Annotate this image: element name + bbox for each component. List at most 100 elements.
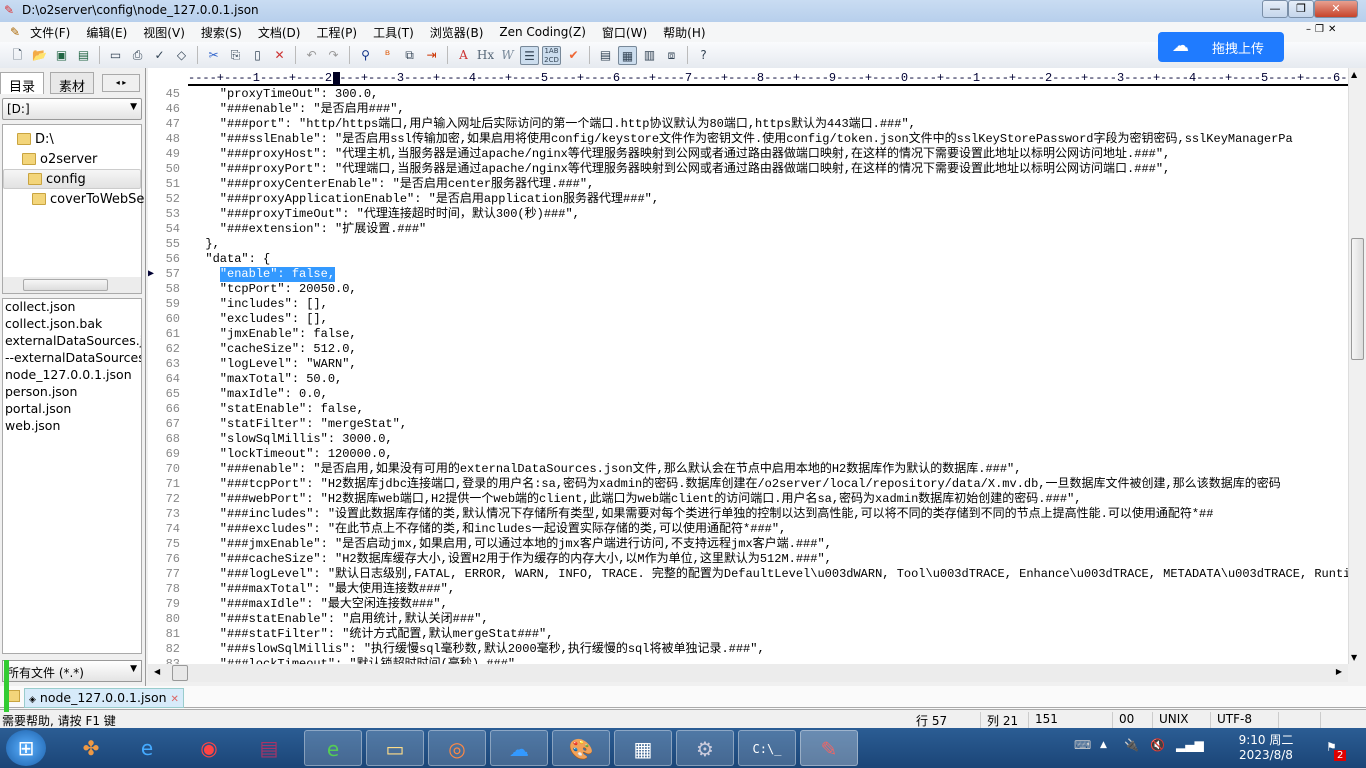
code-line[interactable]: 71 "###tcpPort": "H2数据库jdbc连接端口,登录的用户名:s… — [148, 477, 1348, 492]
menu-window[interactable]: 窗口(W) — [594, 24, 655, 41]
goto-line-icon[interactable]: ⇥ — [422, 46, 441, 65]
mdi-close-button[interactable]: ✕ — [1328, 24, 1336, 35]
taskbar-navicat-icon[interactable]: ◎ — [428, 730, 486, 766]
horizontal-scrollbar[interactable]: ◀ ▶ — [148, 664, 1348, 682]
code-line[interactable]: 48 "###sslEnable": "是否启用ssl传输加密,如果启用将使用c… — [148, 132, 1348, 147]
taskbar-app-360-icon[interactable]: ✤ — [62, 730, 120, 766]
status-line-ending[interactable]: UNIX — [1152, 712, 1189, 728]
code-line[interactable]: 67 "statFilter": "mergeStat", — [148, 417, 1348, 432]
network-icon[interactable]: ▂▄▆ — [1176, 738, 1204, 752]
menu-view[interactable]: 视图(V) — [135, 24, 193, 41]
undo-icon[interactable]: ↶ — [302, 46, 321, 65]
print-icon[interactable]: ⎙ — [128, 46, 147, 65]
new-file-icon[interactable]: 🗋 — [8, 46, 27, 65]
power-icon[interactable]: 🔌 — [1124, 738, 1139, 752]
indent-icon[interactable]: ☰ — [520, 45, 539, 65]
taskbar-explorer-icon[interactable]: ▭ — [366, 730, 424, 766]
code-line[interactable]: 54 "###extension": "扩展设置.###" — [148, 222, 1348, 237]
tab-directory[interactable]: 目录 — [0, 72, 45, 95]
file-item[interactable]: web.json — [3, 418, 141, 435]
fullscreen-icon[interactable]: ⧈ — [662, 46, 681, 65]
font-icon[interactable]: A — [454, 46, 473, 65]
paste-icon[interactable]: ▯ — [248, 46, 267, 65]
show-hidden-icons[interactable]: ▲ — [1100, 740, 1107, 750]
code-line[interactable]: 62 "cacheSize": 512.0, — [148, 342, 1348, 357]
scroll-right-icon[interactable]: ▶ — [1336, 667, 1342, 676]
redo-icon[interactable]: ↷ — [324, 46, 343, 65]
taskbar-browser-icon[interactable]: e — [304, 730, 362, 766]
vertical-scroll-thumb[interactable] — [1351, 238, 1364, 360]
file-item[interactable]: --externalDataSources.j — [3, 350, 141, 367]
file-item[interactable]: collect.json — [3, 299, 141, 316]
taskbar-cmd-icon[interactable]: C:\_ — [738, 730, 796, 766]
delete-icon[interactable]: ✕ — [270, 46, 289, 65]
hex-icon[interactable]: Hx — [476, 46, 495, 65]
document-tab[interactable]: ◈ node_127.0.0.1.json ✕ — [24, 688, 184, 708]
code-editor[interactable]: ----+----1----+----2----+----3----+----4… — [148, 68, 1348, 664]
word-wrap-icon[interactable]: W — [498, 46, 517, 65]
code-line[interactable]: 73 "###includes": "设置此数据库存储的类,默认情况下存储所有类… — [148, 507, 1348, 522]
clock[interactable]: 9:10 周二 2023/8/8 — [1226, 731, 1306, 762]
file-item[interactable]: portal.json — [3, 401, 141, 418]
menu-edit[interactable]: 编辑(E) — [78, 24, 135, 41]
copy-icon[interactable]: ⎘ — [226, 46, 245, 65]
vertical-scrollbar[interactable]: ▲ ▼ — [1348, 68, 1366, 664]
code-line[interactable]: 47 "###port": "http/https端口,用户输入网址后实际访问的… — [148, 117, 1348, 132]
taskbar-control-panel-icon[interactable]: ▦ — [614, 730, 672, 766]
code-line[interactable]: 49 "###proxyHost": "代理主机,当服务器是通过apache/n… — [148, 147, 1348, 162]
code-line[interactable]: 61 "jmxEnable": false, — [148, 327, 1348, 342]
menu-project[interactable]: 工程(P) — [308, 24, 365, 41]
code-line[interactable]: 57 "enable": false, ▶ — [148, 267, 1348, 282]
code-line[interactable]: 51 "###proxyCenterEnable": "是否启用center服务… — [148, 177, 1348, 192]
code-line[interactable]: 74 "###excludes": "在此节点上不存储的类,和includes一… — [148, 522, 1348, 537]
volume-muted-icon[interactable]: 🔇 — [1150, 738, 1165, 752]
spellcheck-icon[interactable]: ✓ — [150, 46, 169, 65]
code-line[interactable]: 81 "###statFilter": "统计方式配置,默认mergeStat#… — [148, 627, 1348, 642]
code-line[interactable]: 83 "###lockTimeout": "默认锁超时时间(毫秒).###", — [148, 657, 1348, 664]
code-line[interactable]: 76 "###cacheSize": "H2数据库缓存大小,设置H2用于作为缓存… — [148, 552, 1348, 567]
code-line[interactable]: 66 "statEnable": false, — [148, 402, 1348, 417]
cliptext-window-icon[interactable]: ▦ — [618, 45, 637, 65]
file-item[interactable]: node_127.0.0.1.json — [3, 367, 141, 384]
open-folder-icon[interactable]: 📂 — [30, 46, 49, 65]
menu-document[interactable]: 文档(D) — [250, 24, 309, 41]
find-in-files-icon[interactable]: ⧉ — [400, 46, 419, 65]
status-encoding[interactable]: UTF-8 — [1210, 712, 1252, 728]
scroll-down-icon[interactable]: ▼ — [1351, 653, 1357, 662]
menu-browser[interactable]: 浏览器(B) — [422, 24, 492, 41]
taskbar-paint-icon[interactable]: 🎨 — [552, 730, 610, 766]
tree-node-o2server[interactable]: o2server — [22, 149, 97, 169]
code-line[interactable]: 75 "###jmxEnable": "是否启动jmx,如果启用,可以通过本地的… — [148, 537, 1348, 552]
taskbar-ie-icon[interactable]: e — [118, 730, 176, 766]
taskbar-baidu-netdisk-icon[interactable]: ☁ — [490, 730, 548, 766]
close-tab-icon[interactable]: ✕ — [171, 694, 179, 705]
save-icon[interactable]: ▣ — [52, 46, 71, 65]
file-filter-select[interactable]: 所有文件 (*.*) ▼ — [2, 660, 142, 682]
code-line[interactable]: 82 "###slowSqlMillis": "执行缓慢sql毫秒数,默认200… — [148, 642, 1348, 657]
code-line[interactable]: 60 "excludes": [], — [148, 312, 1348, 327]
code-line[interactable]: 77 "###logLevel": "默认日志级别,FATAL, ERROR, … — [148, 567, 1348, 582]
print-preview-icon[interactable]: ▭ — [106, 46, 125, 65]
code-line[interactable]: 46 "###enable": "是否启用###", — [148, 102, 1348, 117]
code-line[interactable]: 80 "###statEnable": "启用统计,默认关闭###", — [148, 612, 1348, 627]
menu-file[interactable]: 文件(F) — [22, 24, 78, 41]
tab-clips[interactable]: 素材 — [50, 72, 95, 95]
code-line[interactable]: 72 "###webPort": "H2数据库web端口,H2提供一个web端的… — [148, 492, 1348, 507]
keyboard-icon[interactable]: ⌨ — [1074, 738, 1091, 752]
tree-horizontal-scrollbar[interactable] — [3, 277, 141, 293]
horizontal-scroll-thumb[interactable] — [172, 665, 188, 681]
code-line[interactable]: 52 "###proxyApplicationEnable": "是否启用app… — [148, 192, 1348, 207]
taskbar-settings-icon[interactable]: ⚙ — [676, 730, 734, 766]
minimize-button[interactable]: — — [1262, 0, 1288, 18]
code-line[interactable]: 69 "lockTimeout": 120000.0, — [148, 447, 1348, 462]
menu-tools[interactable]: 工具(T) — [365, 24, 422, 41]
close-button[interactable]: ✕ — [1314, 0, 1358, 18]
check-icon[interactable]: ✔ — [564, 46, 583, 65]
file-item[interactable]: externalDataSources.json — [3, 333, 141, 350]
directory-window-icon[interactable]: ▤ — [596, 46, 615, 65]
code-line[interactable]: 59 "includes": [], — [148, 297, 1348, 312]
scroll-up-icon[interactable]: ▲ — [1351, 70, 1357, 79]
mdi-minimize-button[interactable]: – — [1306, 24, 1311, 35]
menu-zen-coding[interactable]: Zen Coding(Z) — [491, 25, 594, 39]
file-item[interactable]: person.json — [3, 384, 141, 401]
